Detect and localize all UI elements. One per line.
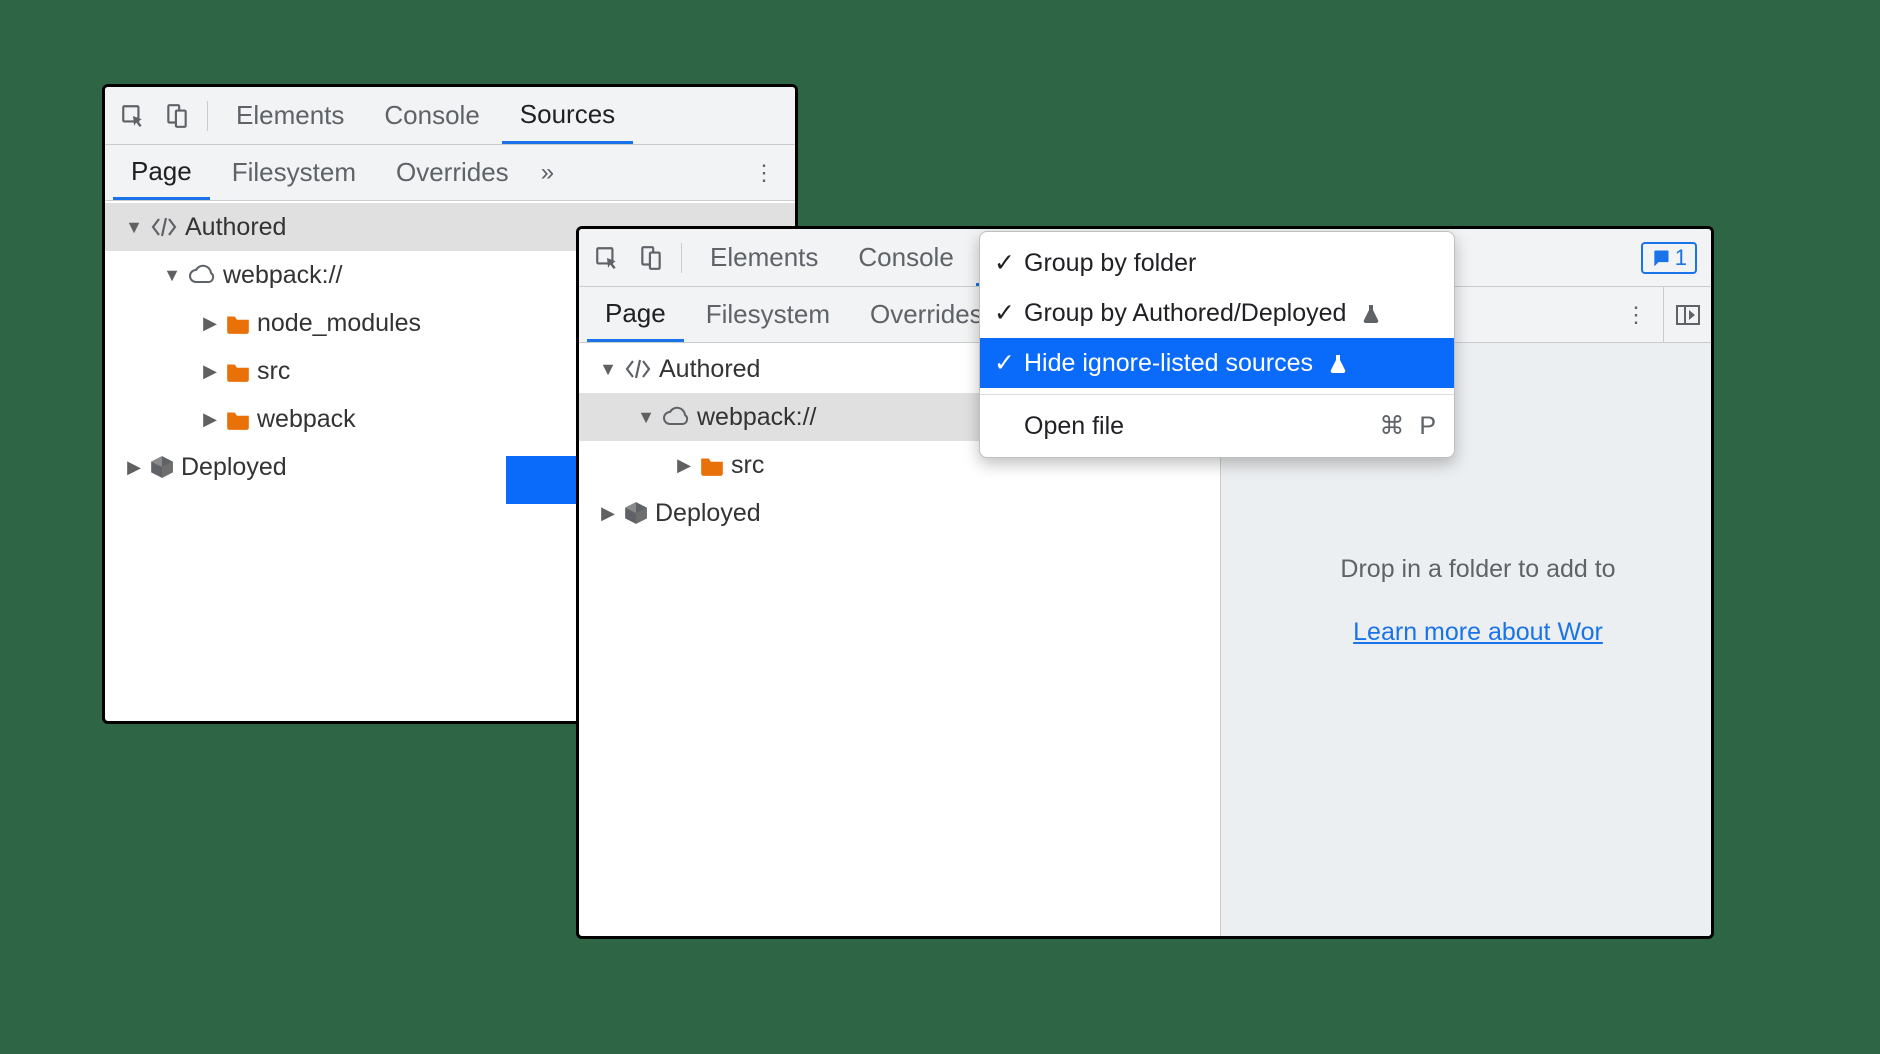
cloud-icon [661,406,691,428]
menu-label: Group by folder [1024,249,1196,278]
menu-shortcut: ⌘ P [1379,411,1440,441]
disclosure-closed-icon: ▶ [201,361,219,382]
tree-label: src [257,357,290,386]
folder-icon [225,312,251,334]
menu-separator [980,394,1454,395]
tree-label: webpack:// [697,403,817,432]
right-panel-lower: ▼ Authored ▼ webpack:// [579,343,1711,936]
folder-icon [225,360,251,382]
sources-sub-toolbar: Page Filesystem Overrides » ⋮ [105,145,795,201]
experiment-icon [1362,303,1380,323]
menu-label: Hide ignore-listed sources [1024,349,1313,378]
device-toggle-icon[interactable] [157,96,197,136]
disclosure-open-icon: ▼ [163,265,181,286]
disclosure-closed-icon: ▶ [599,503,617,524]
tab-overrides[interactable]: Overrides [378,145,527,200]
tree-label: Deployed [655,499,761,528]
inspect-icon[interactable] [587,238,627,278]
brackets-icon [623,357,653,381]
device-toggle-icon[interactable] [631,238,671,278]
disclosure-open-icon: ▼ [125,217,143,238]
menu-hide-ignore-listed[interactable]: ✓ Hide ignore-listed sources [980,338,1454,388]
folder-icon [225,408,251,430]
menu-group-by-authored[interactable]: ✓ Group by Authored/Deployed [980,288,1454,338]
toggle-pane-icon[interactable] [1663,287,1703,343]
tab-console[interactable]: Console [366,87,497,144]
menu-open-file[interactable]: Open file ⌘ P [980,401,1454,451]
chat-icon [1651,248,1671,268]
disclosure-closed-icon: ▶ [201,313,219,334]
disclosure-closed-icon: ▶ [675,455,693,476]
inspect-icon[interactable] [113,96,153,136]
disclosure-open-icon: ▼ [599,359,617,380]
tree-label: webpack:// [223,261,343,290]
top-toolbar: Elements Console Sources [105,87,795,145]
checkmark-icon: ✓ [994,248,1014,278]
context-menu: ✓ Group by folder ✓ Group by Authored/De… [979,231,1455,458]
toolbar-separator [681,243,682,273]
disclosure-closed-icon: ▶ [201,409,219,430]
experiment-icon [1329,353,1347,373]
tree-label: Authored [185,213,286,242]
tree-deployed[interactable]: ▶ Deployed [579,489,1220,537]
more-tabs-icon[interactable]: » [531,159,564,187]
brackets-icon [149,215,179,239]
devtools-panel-right: Elements Console Sources Network » 1 Pag… [576,226,1714,939]
workspace-hint: Drop in a folder to add to Learn more ab… [1245,547,1711,655]
tab-filesystem[interactable]: Filesystem [214,145,374,200]
tree-label: node_modules [257,309,421,338]
tab-page[interactable]: Page [587,287,684,342]
issues-badge[interactable]: 1 [1641,242,1697,274]
tab-page[interactable]: Page [113,145,210,200]
tab-filesystem[interactable]: Filesystem [688,287,848,342]
tree-label: src [731,451,764,480]
tab-elements[interactable]: Elements [218,87,362,144]
tab-console[interactable]: Console [840,229,971,286]
disclosure-closed-icon: ▶ [125,457,143,478]
toolbar-separator [207,101,208,131]
kebab-menu-icon[interactable]: ⋮ [741,160,787,186]
package-icon [149,454,175,480]
disclosure-open-icon: ▼ [637,407,655,428]
package-icon [623,500,649,526]
menu-label: Open file [1024,412,1124,441]
folder-icon [699,454,725,476]
menu-label: Group by Authored/Deployed [1024,299,1346,328]
checkmark-icon: ✓ [994,348,1014,378]
tree-label: Deployed [181,453,287,482]
kebab-menu-icon[interactable]: ⋮ [1613,302,1659,328]
tab-sources[interactable]: Sources [502,87,633,144]
tree-label: webpack [257,405,356,434]
badge-count: 1 [1675,245,1687,271]
tree-label: Authored [659,355,760,384]
tab-elements[interactable]: Elements [692,229,836,286]
cloud-icon [187,264,217,286]
menu-group-by-folder[interactable]: ✓ Group by folder [980,238,1454,288]
checkmark-icon: ✓ [994,298,1014,328]
workspace-hint-text: Drop in a folder to add to [1245,547,1711,592]
learn-more-link[interactable]: Learn more about Wor [1353,618,1603,646]
